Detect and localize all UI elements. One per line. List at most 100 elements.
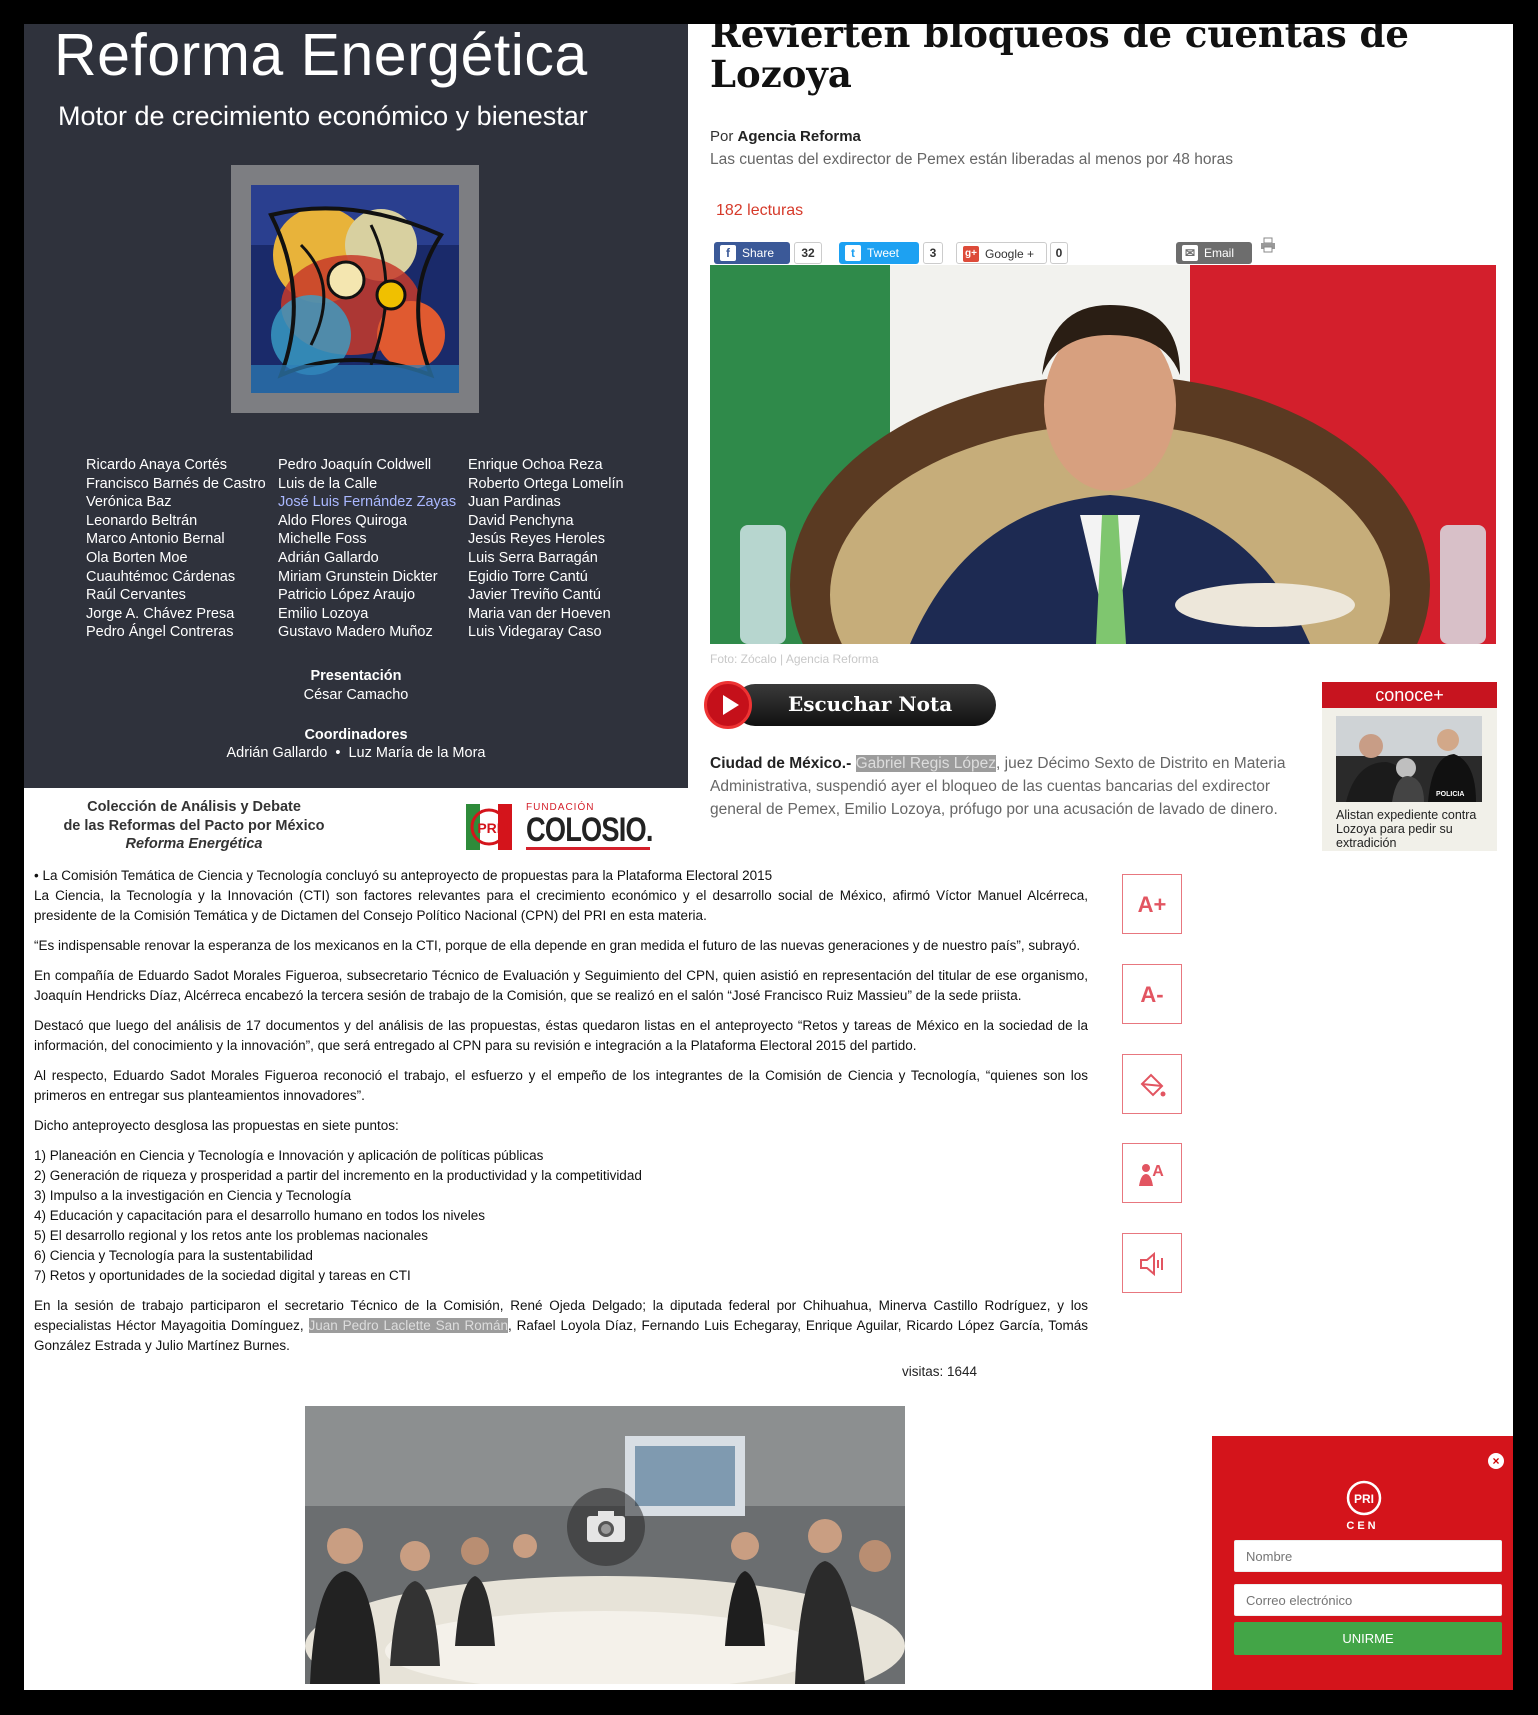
press-points-list: 1) Planeación en Ciencia y Tecnología e … [34,1146,1088,1286]
news-photo [710,265,1496,644]
list-item: 4) Educación y capacitación para el desa… [34,1208,486,1223]
contrast-button[interactable] [1122,1054,1182,1114]
conoce-headline[interactable]: Alistan expediente contra Lozoya para pe… [1336,808,1486,850]
list-item: 7) Retos y oportunidades de la sociedad … [34,1268,411,1283]
news-body: Ciudad de México.- Gabriel Regis López, … [710,752,1290,821]
author: Egidio Torre Cantú [468,568,588,585]
author: Michelle Foss [278,531,367,548]
author: David Penchyna [468,512,574,529]
author: Luis de la Calle [278,475,378,492]
svg-text:PRI: PRI [477,820,500,836]
conoce-widget[interactable]: conoce+ POLICIA Alistan expediente contr… [1322,682,1497,851]
google-plus-label: Google + [985,247,1035,261]
facebook-share-button[interactable]: f Share [714,242,790,264]
facebook-share-count: 32 [794,242,822,264]
email-share-button[interactable]: ✉ Email [1176,242,1252,264]
list-item: 5) El desarrollo regional y los retos an… [34,1228,428,1243]
author: Roberto Ortega Lomelín [468,475,624,492]
news-summary: Las cuentas del exdirector de Pemex está… [710,151,1233,168]
author: Raúl Cervantes [86,587,186,604]
facebook-share-label: Share [742,246,775,260]
author: Miriam Grunstein Dickter [278,568,438,585]
authors-column-3: Enrique Ochoa Reza Roberto Ortega Lomelí… [468,456,624,642]
press-paragraph: En compañía de Eduardo Sadot Morales Fig… [34,968,1088,1003]
increase-font-label: A+ [1137,892,1167,917]
conoce-header: conoce+ [1322,682,1497,708]
authors-column-1: Ricardo Anaya Cortés Francisco Barnés de… [86,456,266,642]
listen-button[interactable]: Escuchar Nota [704,681,996,729]
author: Pedro Joaquín Coldwell [278,457,432,473]
byline-prefix: Por [710,128,734,145]
author: Emilio Lozoya [278,605,369,622]
pri-logo-icon: PRI [1346,1480,1382,1516]
camera-icon[interactable] [567,1488,645,1566]
cover-title: Reforma Energética [54,24,588,88]
google-plus-icon: g+ [963,246,979,262]
author: Marco Antonio Bernal [86,531,225,548]
news-body-highlight: Gabriel Regis López [855,755,997,772]
collection-caption: Colección de Análisis y Debate de las Re… [24,798,364,854]
envelope-icon: ✉ [1182,245,1198,261]
cover-artwork-frame [231,165,479,413]
list-item: 2) Generación de riqueza y prosperidad a… [34,1168,642,1183]
printer-icon[interactable] [1260,237,1276,253]
collection-line: Reforma Energética [125,836,263,852]
read-count: 182 lecturas [716,202,804,219]
meeting-photo[interactable] [305,1406,905,1684]
text-to-speech-button[interactable] [1122,1233,1182,1293]
press-bullet: • La Comisión Temática de Ciencia y Tecn… [34,868,773,883]
author: Juan Pardinas [468,494,561,511]
twitter-tweet-button[interactable]: t Tweet [839,242,919,264]
twitter-tweet-label: Tweet [867,246,900,260]
list-item: 1) Planeación en Ciencia y Tecnología e … [34,1148,544,1163]
increase-font-button[interactable]: A+ [1122,874,1182,934]
collection-line: Colección de Análisis y Debate [87,799,301,815]
colosio-big: COLOSIO. [526,811,653,849]
paint-bucket-icon [1140,1073,1166,1097]
list-item: 3) Impulso a la investigación en Ciencia… [34,1188,352,1203]
coordinators-names: Adrián Gallardo • Luz María de la Mora [226,745,486,761]
author: Jesús Reyes Heroles [468,531,605,548]
press-paragraph: La Ciencia, la Tecnología y la Innovació… [34,888,1088,923]
author: Pedro Ángel Contreras [86,624,234,641]
pri-logo-icon: PRI [466,804,512,850]
news-dateline: Ciudad de México.- [710,755,852,772]
press-highlight: Juan Pedro Laclette San Román [308,1318,509,1333]
cover-artwork [251,185,459,393]
join-button[interactable]: UNIRME [1234,1622,1502,1655]
press-paragraph: “Es indispensable renovar la esperanza d… [34,938,1081,953]
author: Gustavo Madero Muñoz [278,624,433,641]
presentation-label: Presentación [310,668,402,684]
author: Maria van der Hoeven [468,605,611,622]
conoce-thumbnail[interactable]: POLICIA [1336,716,1482,802]
byline-source[interactable]: Agencia Reforma [738,128,861,145]
authors-column-2: Pedro Joaquín Coldwell Luis de la Calle … [278,456,456,642]
twitter-icon: t [845,245,861,261]
coordinators-label: Coordinadores [304,727,408,743]
book-cover: Reforma Energética Motor de crecimiento … [24,24,688,788]
press-paragraph: En la sesión de trabajo participaron el … [34,1296,1088,1356]
reading-mode-button[interactable]: A [1122,1143,1182,1203]
google-plus-button[interactable]: g+ Google + [956,242,1047,264]
list-item: 6) Ciencia y Tecnología para la sustenta… [34,1248,313,1263]
google-plus-count: 0 [1050,242,1068,264]
author: Adrián Gallardo [278,549,379,566]
decrease-font-label: A- [1140,982,1164,1007]
news-headline: Revierten bloqueos de cuentas de Lozoya [710,24,1409,96]
cover-subtitle: Motor de crecimiento económico y bienest… [58,101,588,131]
visit-count: visitas: 1644 [902,1364,978,1379]
author: Ricardo Anaya Cortés [86,457,228,473]
presentation-name: César Camacho [303,687,409,703]
twitter-count: 3 [923,242,943,264]
author: Luis Videgaray Caso [468,624,602,641]
press-paragraph: Dicho anteproyecto desglosa las propuest… [34,1118,399,1133]
name-input[interactable] [1234,1540,1502,1572]
decrease-font-button[interactable]: A- [1122,964,1182,1024]
author: Javier Treviño Cantú [468,587,601,604]
author: Ola Borten Moe [86,549,188,566]
email-input[interactable] [1234,1584,1502,1616]
news-byline: Por Agencia Reforma [710,128,861,145]
close-icon[interactable]: × [1488,1453,1504,1469]
svg-text:A: A [1152,1163,1164,1180]
author: Verónica Baz [86,494,172,511]
